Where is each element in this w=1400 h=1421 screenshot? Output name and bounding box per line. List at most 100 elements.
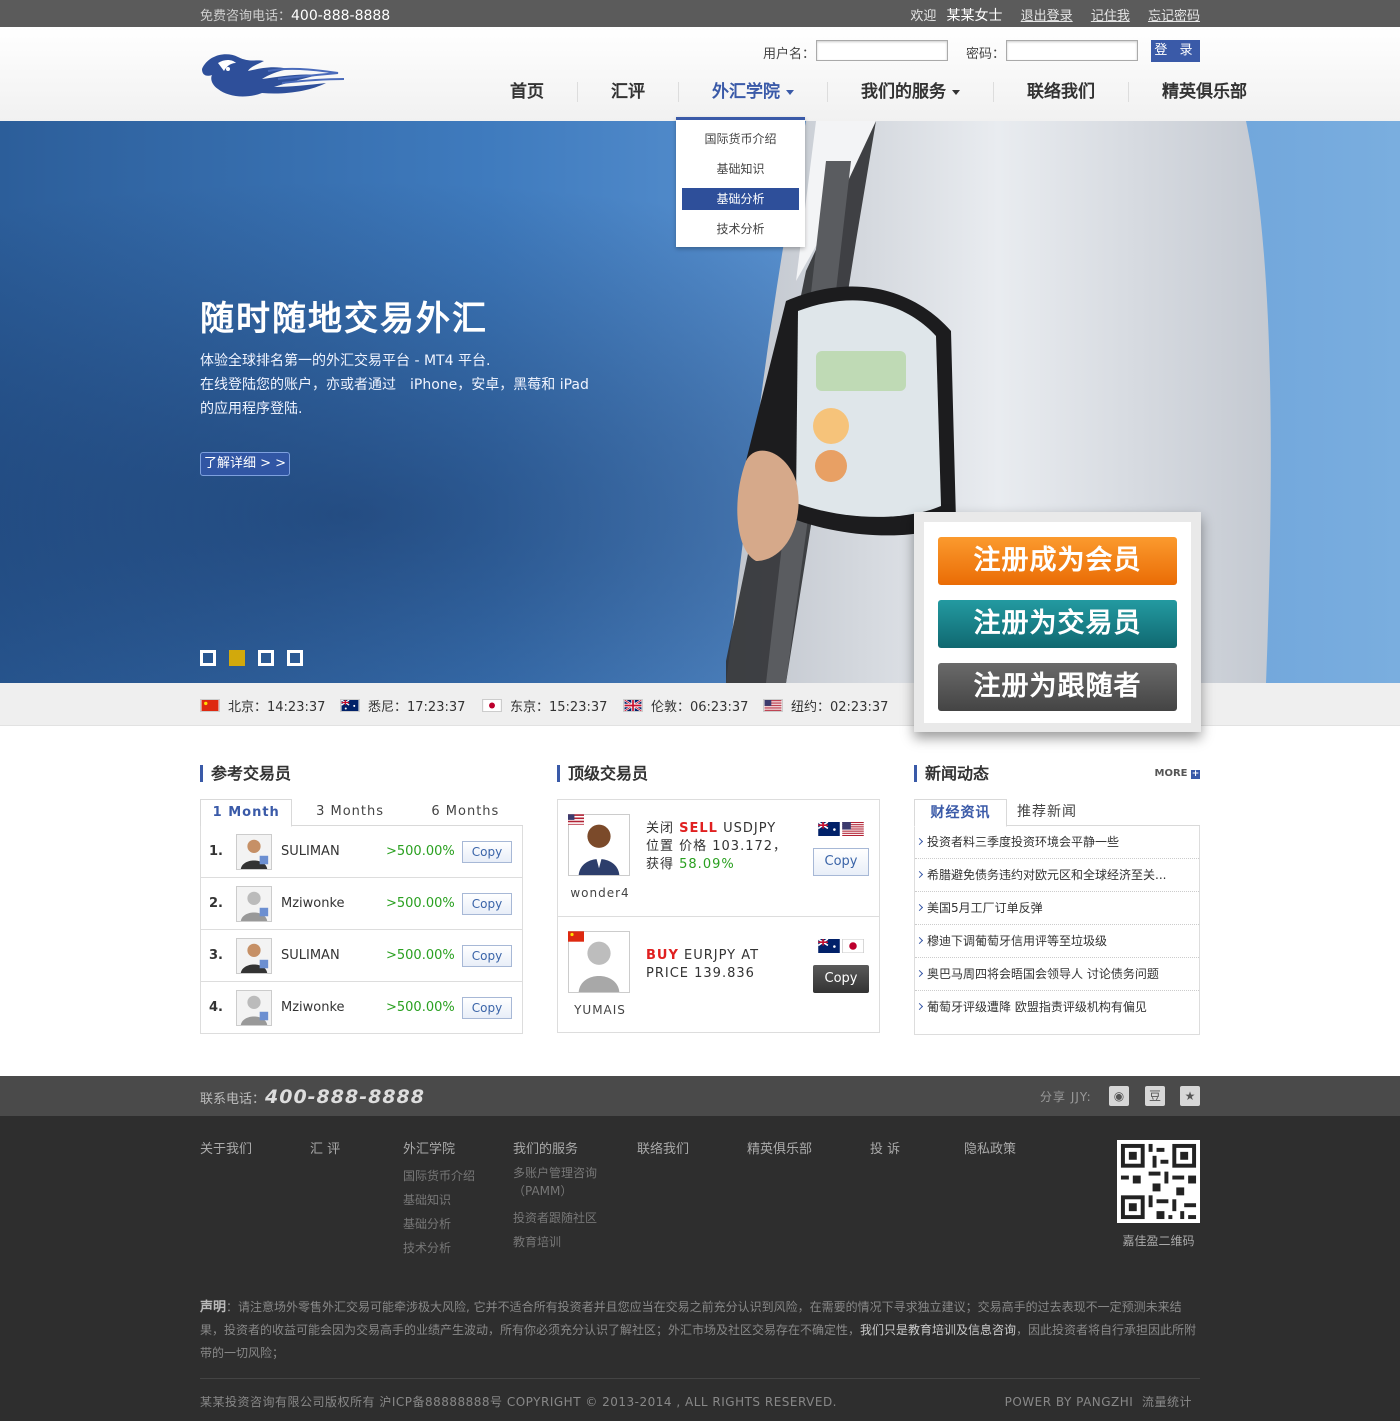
tab-finance-news[interactable]: 财经资讯 [914,799,1007,827]
news-item[interactable]: 穆迪下调葡萄牙信用评等至垃圾级 [915,925,1199,958]
list-item: YUMAIS BUY EURJPY AT PRICE 139.836 Copy [558,917,879,1034]
footer-sub-link[interactable]: 投资者跟随社区 [513,1206,597,1230]
hotline: 免费咨询电话：400-888-8888 [200,8,391,24]
register-panel: 注册成为会员 注册为交易员 注册为跟随者 [914,512,1201,732]
table-row: 4. Mziwonke >500.00% Copy [200,982,523,1034]
uk-flag-icon [623,699,643,712]
footer-link-services[interactable]: 我们的服务 [513,1138,578,1157]
user-links: 欢迎 某某女士 退出登录 记住我 忘记密码 [910,5,1200,25]
weibo-icon[interactable]: ◉ [1109,1086,1129,1106]
copy-button[interactable]: Copy [462,892,512,915]
australia-flag-icon [818,822,840,836]
footer-link-privacy[interactable]: 隐私政策 [964,1138,1016,1157]
news-item[interactable]: 奥巴马周四将会晤国会领导人 讨论债务问题 [915,958,1199,991]
footer-link-elite-club[interactable]: 精英俱乐部 [747,1138,812,1157]
top-bar: 免费咨询电话：400-888-8888 欢迎 某某女士 退出登录 记住我 忘记密… [0,0,1400,27]
header: 用户名： 密码： 登 录 首页 汇评 外汇学院 我们的服务 联络我们 精英俱乐部 [0,27,1400,121]
register-member-button[interactable]: 注册成为会员 [938,537,1177,585]
usa-flag-icon [763,699,783,712]
footer-link-about[interactable]: 关于我们 [200,1138,252,1157]
main-nav: 首页 汇评 外汇学院 我们的服务 联络我们 精英俱乐部 [490,80,1247,104]
footer-contact-bar: 联系电话：400-888-8888 分享 JJY: ◉ 豆 ★ [0,1076,1400,1116]
footer-sub-link[interactable]: （PAMM） [513,1182,597,1200]
avatar [236,833,272,870]
slide-dot-4[interactable] [287,650,303,666]
footer-link-review[interactable]: 汇 评 [310,1138,340,1157]
dropdown-item-fundamental[interactable]: 基础分析 [682,188,799,210]
footer-sub-link[interactable]: 基础分析 [403,1212,475,1236]
slide-dot-3[interactable] [258,650,274,666]
copy-button[interactable]: Copy [462,840,512,863]
footer-link-contact[interactable]: 联络我们 [637,1138,689,1157]
nav-contact[interactable]: 联络我们 [993,82,1128,102]
copy-button[interactable]: Copy [462,944,512,967]
tab-1-month[interactable]: 1 Month [200,799,293,827]
footer-sub-link[interactable]: 技术分析 [403,1236,475,1260]
australia-flag-icon [818,939,840,953]
nav-elite-club[interactable]: 精英俱乐部 [1128,82,1247,102]
footer-sub-link[interactable]: 教育培训 [513,1230,597,1254]
learn-more-button[interactable]: 了解详细 > > [200,452,290,476]
plus-icon: + [1191,769,1200,779]
footer-sub-link[interactable]: 基础知识 [403,1188,475,1212]
tab-recommended-news[interactable]: 推荐新闻 [1007,799,1087,825]
footer-link-academy[interactable]: 外汇学院 [403,1138,455,1157]
news-list: 投资者料三季度投资环境会平静一些 希腊避免债务违约对欧元区和全球经济至关... … [914,826,1200,1035]
nav-review[interactable]: 汇评 [577,82,678,102]
tab-6-months[interactable]: 6 Months [408,799,523,825]
douban-icon[interactable]: 豆 [1145,1086,1165,1106]
japan-flag-icon [482,699,502,712]
copy-button[interactable]: Copy [813,965,869,993]
footer-sub-link[interactable]: 国际货币介绍 [403,1164,475,1188]
news-item[interactable]: 美国5月工厂订单反弹 [915,892,1199,925]
top-traders-title: 顶级交易员 [557,765,880,782]
news-item[interactable]: 葡萄牙评级遭降 欧盟指责评级机构有偏见 [915,991,1199,1024]
china-flag-icon [200,699,220,712]
star-icon[interactable]: ★ [1180,1086,1200,1106]
password-input[interactable] [1006,40,1138,61]
slide-dot-2[interactable] [229,650,245,666]
table-row: 2. Mziwonke >500.00% Copy [200,878,523,930]
user-name: 某某女士 [946,8,1003,24]
nav-home[interactable]: 首页 [490,82,577,102]
copy-button[interactable]: Copy [462,996,512,1019]
dropdown-item-currency-intro[interactable]: 国际货币介绍 [682,128,799,150]
footer-sub-link[interactable]: 多账户管理咨询 [513,1164,597,1182]
forgot-password-link[interactable]: 忘记密码 [1148,9,1200,24]
logout-link[interactable]: 退出登录 [1021,9,1073,24]
forex-academy-dropdown: 国际货币介绍 基础知识 基础分析 技术分析 [676,117,805,247]
stats-link[interactable]: 流量统计 [1142,1395,1192,1409]
news-section: 新闻动态 MORE + 财经资讯 推荐新闻 投资者料三季度投资环境会平静一些 希… [914,765,1200,1035]
news-tabs: 财经资讯 推荐新闻 [914,799,1200,827]
avatar [236,989,272,1026]
nav-forex-academy[interactable]: 外汇学院 [678,82,827,102]
slide-dot-1[interactable] [200,650,216,666]
table-row: 1. SULIMAN >500.00% Copy [200,826,523,878]
news-item[interactable]: 投资者料三季度投资环境会平静一些 [915,826,1199,859]
tab-3-months[interactable]: 3 Months [292,799,407,825]
news-item[interactable]: 希腊避免债务违约对欧元区和全球经济至关... [915,859,1199,892]
remember-link[interactable]: 记住我 [1091,9,1130,24]
dropdown-item-basics[interactable]: 基础知识 [682,158,799,180]
usa-flag-icon [568,814,584,825]
australia-flag-icon [340,699,360,712]
copyright: 某某投资咨询有限公司版权所有 沪ICP备88888888号 COPYRIGHT … [200,1395,838,1409]
register-trader-button[interactable]: 注册为交易员 [938,600,1177,648]
password-label: 密码： [966,47,1006,62]
hero-title: 随时随地交易外汇 [200,299,488,339]
footer-link-complaint[interactable]: 投 诉 [870,1138,900,1157]
copy-button[interactable]: Copy [813,848,869,876]
news-more-link[interactable]: MORE + [1155,768,1200,779]
register-follower-button[interactable]: 注册为跟随者 [938,663,1177,711]
period-tabs: 1 Month 3 Months 6 Months [200,799,523,827]
reference-traders-section: 参考交易员 1 Month 3 Months 6 Months 1. SULIM… [200,765,523,1034]
dropdown-item-technical[interactable]: 技术分析 [682,218,799,240]
username-input[interactable] [816,40,948,61]
clock-tokyo: 东京：15:23:37 [482,696,607,715]
logo[interactable] [198,49,346,105]
login-button[interactable]: 登 录 [1151,40,1200,62]
hero-description: 体验全球排名第一的外汇交易平台 - MT4 平台. 在线登陆您的账户，亦或者通过… [200,353,589,417]
divider [200,1378,1200,1379]
powered-by: POWER BY PANGZHI 流量统计 [1004,1395,1192,1409]
nav-services[interactable]: 我们的服务 [827,82,993,102]
